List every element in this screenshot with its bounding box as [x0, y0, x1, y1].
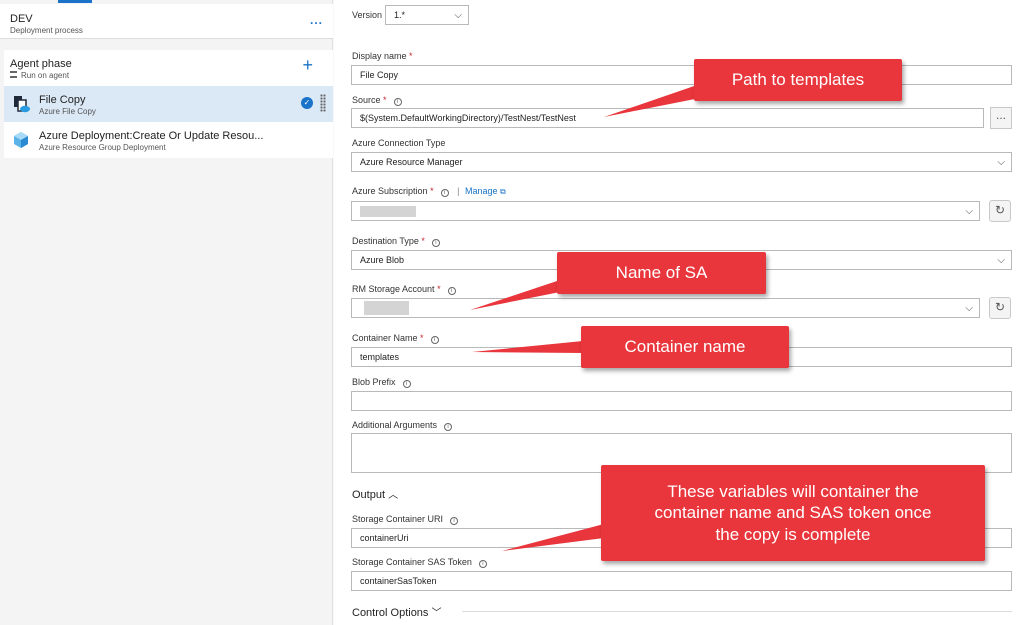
callout-container: Container name [581, 326, 789, 368]
callout-sa: Name of SA [557, 252, 766, 294]
callout-tail-templates [604, 84, 700, 117]
callout-tail-container [472, 341, 583, 353]
callout-variables: These variables will container the conta… [601, 465, 985, 561]
callout-tail-sa [470, 280, 560, 310]
callout-templates: Path to templates [694, 59, 902, 101]
callout-tail-variables [502, 524, 604, 551]
